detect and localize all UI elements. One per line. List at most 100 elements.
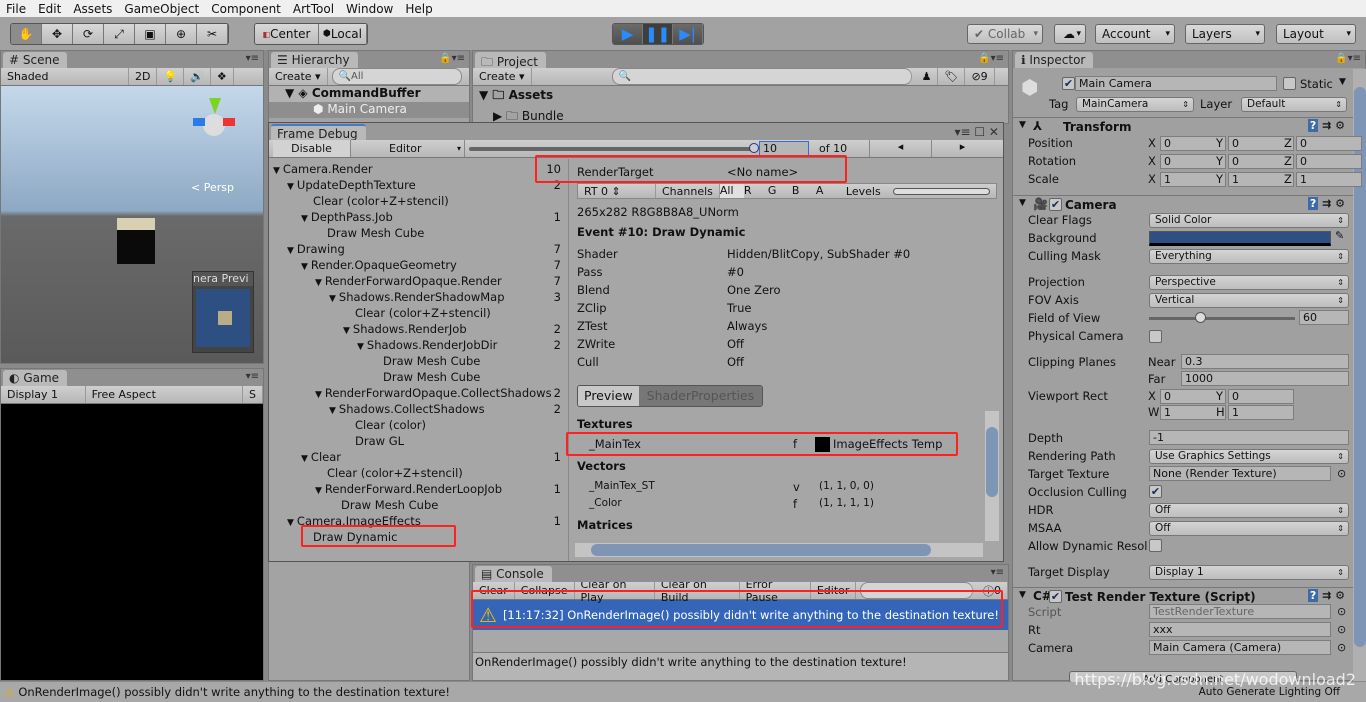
eyedropper-icon[interactable]: ✎ [1335,229,1344,242]
fov-field[interactable]: 60 [1299,310,1349,325]
target-texture-field[interactable]: None (Render Texture) [1149,466,1331,481]
script-field[interactable]: TestRenderTexture [1149,604,1331,619]
scale-tool-button[interactable]: ⤢ [104,24,135,44]
transform-tool-button[interactable]: ⊕ [166,24,197,44]
help-icon[interactable]: ? [1307,119,1319,132]
event-tree-item[interactable]: ▼ Shadows.CollectShadows 2 [329,401,561,417]
foldout-icon[interactable]: ▼ [1019,590,1026,600]
hierarchy-item[interactable]: ⬢ Main Camera [269,102,469,118]
expand-triangle-icon[interactable]: ▼ [343,326,350,336]
far-field[interactable]: 1000 [1181,371,1349,386]
expand-triangle-icon[interactable]: ▼ [329,294,336,304]
expand-triangle-icon[interactable]: ▼ [329,406,336,416]
event-tree-item[interactable]: ▼ UpdateDepthTexture 2 [287,177,561,193]
scale-slider[interactable]: S [243,386,263,403]
effects-dropdown[interactable]: ❖ [211,68,234,85]
horizontal-scrollbar[interactable] [575,543,983,557]
event-tree-item[interactable]: ▼ Clear 1 [301,449,561,465]
aspect-dropdown[interactable]: Free Aspect [86,386,244,403]
layer-dropdown[interactable]: Default [1241,97,1347,112]
object-picker-icon[interactable]: ⊙ [1337,623,1346,636]
channel-a-button[interactable]: A [816,184,840,198]
rt-field[interactable]: xxx [1149,622,1331,637]
expand-triangle-icon[interactable]: ▼ [357,342,364,352]
background-color-swatch[interactable] [1149,231,1331,246]
camera-header[interactable]: ▼ 🎥 ✔ Camera? ⇉ ⚙ [1013,195,1353,213]
gizmo-center[interactable] [203,114,225,136]
hierarchy-create-button[interactable]: Create ▾ [269,68,328,85]
z-field[interactable]: 0 [1296,154,1362,169]
preset-icon[interactable]: ⇉ [1322,119,1331,132]
perspective-label[interactable]: < Persp [191,181,234,194]
clear-flags-dropdown[interactable]: Solid Color [1149,213,1349,228]
disable-button[interactable]: Disable [273,140,351,157]
audio-toggle[interactable]: 🔊 [184,68,211,85]
menu-help[interactable]: Help [399,2,438,16]
preset-icon[interactable]: ⇉ [1322,589,1331,602]
object-picker-icon[interactable]: ⊙ [1337,641,1346,654]
tab-scene[interactable]: # Scene [3,52,68,68]
next-event-button[interactable]: ▸ [931,140,993,157]
tab-console[interactable]: ▤ Console [475,566,552,582]
help-icon[interactable]: ? [1307,197,1319,210]
window-controls-icon[interactable]: ▾≡ ☐ ✕ [954,125,999,139]
prev-event-button[interactable]: ◂ [869,140,931,157]
scene-gizmo[interactable] [189,92,241,152]
lighting-toggle[interactable]: 💡 [157,68,185,85]
hidden-packages-button[interactable]: ⊘ 9 [965,68,995,85]
layout-dropdown[interactable]: Layout [1276,24,1356,44]
fov-axis-dropdown[interactable]: Vertical [1149,293,1349,308]
tab-game[interactable]: ◐ Game [3,370,68,386]
event-tree-item[interactable]: ▼ RenderForwardOpaque.CollectShadows 2 [315,385,561,401]
gear-icon[interactable]: ⚙ [1335,589,1345,602]
foldout-icon[interactable]: ▼ [1019,120,1026,130]
rendering-path-dropdown[interactable]: Use Graphics Settings [1149,449,1349,464]
event-tree-item[interactable]: Clear (color+Z+stencil) [313,193,561,209]
event-tree-item[interactable]: ▼ Shadows.RenderJob 2 [343,321,561,337]
rt-dropdown[interactable]: RT 0 ⇕ [578,184,656,198]
custom-tool-tool-button[interactable]: ✂ [197,24,228,44]
pivot-local-button[interactable]: ⬢ Local [319,24,367,44]
menu-component[interactable]: Component [205,2,287,16]
step-button[interactable]: ▶| [673,24,703,44]
dynamic-resolution-checkbox[interactable] [1149,539,1162,552]
rotate-tool-button[interactable]: ⟳ [73,24,104,44]
z-field[interactable]: 0 [1296,136,1362,151]
tab-hierarchy[interactable]: ☰ Hierarchy [271,52,358,68]
event-tree-item[interactable]: ▼ Shadows.RenderShadowMap 3 [329,289,561,305]
event-tree-item[interactable]: Draw Mesh Cube [383,353,561,369]
event-tree-item[interactable]: ▼ DepthPass.Job 1 [301,209,561,225]
gizmo-x-axis[interactable] [223,118,235,126]
channel-b-button[interactable]: B [792,184,816,198]
pause-button[interactable]: ❚❚ [643,24,673,44]
viewport-vy-field[interactable]: 0 [1228,389,1294,404]
expand-triangle-icon[interactable]: ▼ [287,246,294,256]
panel-menu-icon[interactable]: ▾≡ [246,53,259,64]
expand-triangle-icon[interactable]: ▼ [301,214,308,224]
camera-field[interactable]: Main Camera (Camera) [1149,640,1331,655]
event-tree-item[interactable]: ▼ Render.OpaqueGeometry 7 [301,257,561,273]
name-field[interactable]: Main Camera [1075,76,1277,91]
static-checkbox[interactable] [1283,77,1296,90]
layers-dropdown[interactable]: Layers [1185,24,1265,44]
depth-field[interactable]: -1 [1149,430,1349,445]
account-dropdown[interactable]: Account [1095,24,1175,44]
lock-icon[interactable]: 🔒▾≡ [439,53,465,64]
fov-slider[interactable] [1149,317,1295,320]
collab-dropdown[interactable]: ✔ Collab [967,24,1043,44]
target-dropdown[interactable]: Editor ▾ [385,140,465,157]
expand-triangle-icon[interactable]: ▼ [301,454,308,464]
tab-frame-debug[interactable]: Frame Debug [271,124,366,141]
help-icon[interactable]: ? [1307,589,1319,602]
expand-triangle-icon[interactable]: ▼ [287,518,294,528]
component-enabled-checkbox[interactable]: ✔ [1049,590,1062,603]
tab-inspector[interactable]: ℹ Inspector [1015,52,1094,68]
script-header[interactable]: ▼ C# ✔ Test Render Texture (Script)? ⇉ ⚙ [1013,587,1353,605]
gear-icon[interactable]: ⚙ [1335,197,1345,210]
project-folder-assets[interactable]: ▼ 🗀 Assets [473,86,1008,107]
event-tree-item[interactable]: Draw GL [355,433,561,449]
gizmo-z-axis[interactable] [193,118,205,126]
tab-shader-properties[interactable]: ShaderProperties [638,386,763,406]
object-picker-icon[interactable]: ⊙ [1337,605,1346,618]
tab-preview[interactable]: Preview [578,386,639,406]
